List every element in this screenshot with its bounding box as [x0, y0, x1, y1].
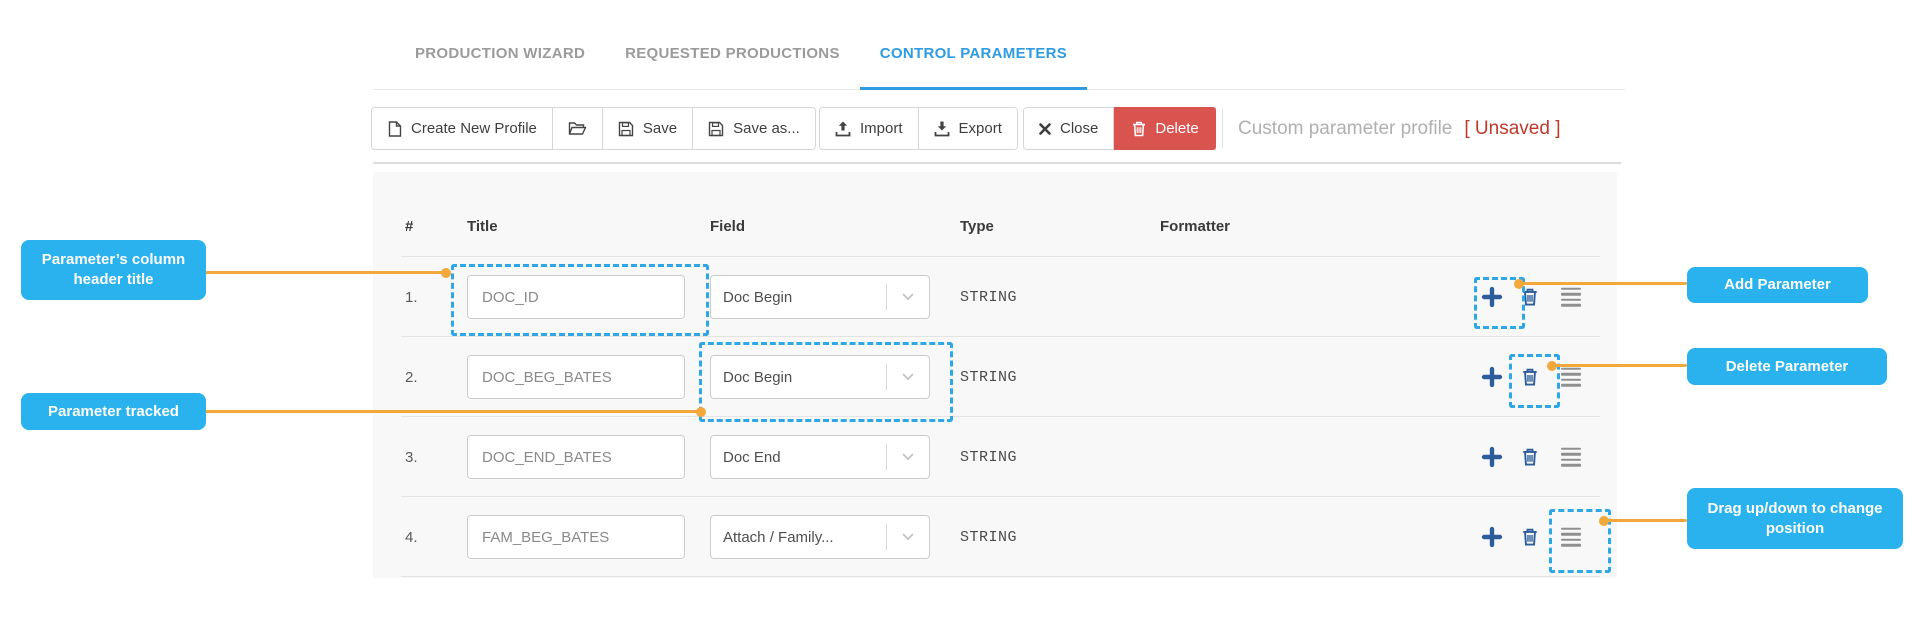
connector-dot	[1599, 516, 1609, 526]
save-as-button[interactable]: Save as...	[693, 108, 815, 149]
control-parameters-screen: PRODUCTION WIZARD REQUESTED PRODUCTIONS …	[0, 0, 1920, 618]
export-label: Export	[958, 120, 1002, 137]
tab-bar: PRODUCTION WIZARD REQUESTED PRODUCTIONS …	[373, 18, 1625, 90]
profile-name-label: Custom parameter profile	[1238, 117, 1453, 139]
connector-line	[205, 271, 445, 274]
field-select[interactable]: Doc Begin	[710, 275, 930, 319]
add-parameter-button[interactable]	[1481, 526, 1503, 548]
connector-line	[1605, 519, 1687, 522]
callout-column-header-title: Parameter’s column header title	[21, 240, 206, 300]
delete-parameter-button[interactable]	[1522, 448, 1538, 466]
chevron-down-icon	[887, 293, 929, 301]
title-input[interactable]	[467, 435, 685, 479]
export-button[interactable]: Export	[918, 108, 1017, 149]
chevron-down-icon	[887, 533, 929, 541]
profile-status-area: Custom parameter profile [ Unsaved ]	[1238, 107, 1560, 150]
floppy-icon	[618, 121, 634, 137]
type-value: STRING	[960, 448, 1018, 466]
drag-handle[interactable]	[1561, 287, 1581, 307]
floppy-icon	[708, 121, 724, 137]
add-parameter-button[interactable]	[1481, 366, 1503, 388]
create-new-profile-button[interactable]: Create New Profile	[372, 108, 553, 149]
open-profile-button[interactable]	[552, 108, 603, 149]
file-icon	[387, 120, 402, 137]
upload-icon	[835, 121, 851, 137]
toolbar-divider	[1222, 109, 1223, 148]
table-row: 3. Doc End STRING	[0, 417, 1920, 497]
save-as-label: Save as...	[733, 120, 800, 137]
column-header-formatter: Formatter	[1160, 218, 1231, 235]
connector-line	[1520, 282, 1687, 285]
field-select-value: Doc Begin	[723, 288, 793, 306]
tab-control-parameters[interactable]: CONTROL PARAMETERS	[859, 18, 1088, 90]
add-parameter-button[interactable]	[1481, 446, 1503, 468]
table-row: 4. Attach / Family... STRING	[0, 497, 1920, 577]
column-header-type: Type	[960, 218, 994, 235]
connector-dot	[1547, 361, 1557, 371]
drag-handle[interactable]	[1561, 367, 1581, 387]
drag-handle[interactable]	[1561, 447, 1581, 467]
delete-label: Delete	[1155, 120, 1199, 137]
x-icon	[1039, 122, 1051, 135]
unsaved-badge: [ Unsaved ]	[1464, 117, 1561, 139]
type-value: STRING	[960, 528, 1018, 546]
folder-open-icon	[568, 121, 587, 136]
callout-drag-position: Drag up/down to change position	[1687, 488, 1903, 549]
highlight-box-field-select	[699, 342, 953, 422]
field-select-value: Doc End	[723, 448, 781, 466]
profile-button-group: Create New Profile Save Save as...	[371, 107, 816, 150]
connector-dot	[696, 407, 706, 417]
delete-profile-button[interactable]: Delete	[1114, 107, 1216, 150]
chevron-down-icon	[887, 453, 929, 461]
title-input[interactable]	[467, 515, 685, 559]
close-button[interactable]: Close	[1024, 108, 1115, 149]
trash-icon	[1132, 121, 1146, 137]
type-value: STRING	[960, 288, 1018, 306]
toolbar-rule	[373, 162, 1621, 164]
delete-parameter-button[interactable]	[1522, 528, 1538, 546]
connector-dot	[441, 268, 451, 278]
table-row: 2. Doc Begin STRING	[0, 337, 1920, 417]
row-number: 3.	[405, 448, 418, 466]
connector-line	[1553, 364, 1687, 367]
field-select[interactable]: Attach / Family...	[710, 515, 930, 559]
connector-line	[205, 410, 700, 413]
import-label: Import	[860, 120, 903, 137]
close-delete-button-group: Close Delete	[1023, 107, 1216, 150]
save-label: Save	[642, 120, 678, 137]
callout-delete-parameter: Delete Parameter	[1687, 348, 1887, 385]
row-number: 2.	[405, 368, 418, 386]
connector-dot	[1514, 279, 1524, 289]
type-value: STRING	[960, 368, 1018, 386]
row-number: 4.	[405, 528, 418, 546]
tab-requested-productions[interactable]: REQUESTED PRODUCTIONS	[605, 18, 860, 89]
create-new-profile-label: Create New Profile	[411, 120, 537, 137]
highlight-box-title-input	[451, 264, 709, 336]
tab-production-wizard[interactable]: PRODUCTION WIZARD	[395, 18, 605, 89]
column-header-title: Title	[467, 218, 498, 235]
column-header-field: Field	[710, 218, 746, 235]
row-separator	[401, 576, 1600, 577]
transfer-button-group: Import Export	[819, 107, 1018, 150]
save-button[interactable]: Save	[602, 108, 694, 149]
callout-parameter-tracked: Parameter tracked	[21, 393, 206, 430]
close-label: Close	[1060, 120, 1099, 137]
callout-add-parameter: Add Parameter	[1687, 267, 1868, 303]
row-number: 1.	[405, 288, 418, 306]
column-header-num: #	[405, 218, 414, 235]
field-select-value: Attach / Family...	[723, 528, 834, 546]
title-input[interactable]	[467, 355, 685, 399]
table-row: 1. Doc Begin STRING	[0, 257, 1920, 337]
field-select[interactable]: Doc End	[710, 435, 930, 479]
import-button[interactable]: Import	[820, 108, 919, 149]
download-icon	[934, 121, 950, 137]
